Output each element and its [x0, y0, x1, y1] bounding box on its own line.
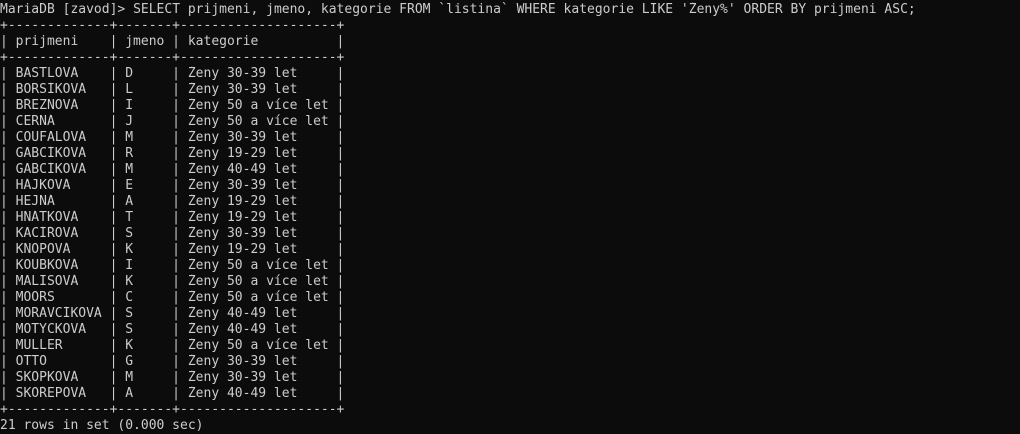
- result-summary: 21 rows in set (0.000 sec): [0, 418, 204, 433]
- table-border-bottom: +-------------+-------+-----------------…: [0, 402, 345, 417]
- table-row: | OTTO | G | Ženy 30-39 let |: [0, 354, 345, 369]
- table-row: | ŠKOPKOVÁ | M | Ženy 30-39 let |: [0, 370, 345, 385]
- table-row: | KNOPOVÁ | K | Ženy 19-29 let |: [0, 242, 345, 257]
- table-row: | SKOŘEPOVÁ | A | Ženy 40-49 let |: [0, 386, 345, 401]
- table-row: | BORSÍKOVÁ | L | Ženy 30-39 let |: [0, 82, 345, 97]
- table-row: | HÁJKOVÁ | E | Ženy 30-39 let |: [0, 178, 345, 193]
- command-line: MariaDB [zavod]> SELECT prijmeni, jmeno,…: [0, 2, 1020, 18]
- table-row: | MALIŠOVÁ | K | Ženy 50 a více let |: [0, 274, 345, 289]
- table-row: | BASTLOVÁ | D | Ženy 30-39 let |: [0, 66, 345, 81]
- terminal-window[interactable]: MariaDB [zavod]> SELECT prijmeni, jmeno,…: [0, 0, 1020, 434]
- table-row: | MORAVČÍKOVÁ | S | Ženy 40-49 let |: [0, 306, 345, 321]
- table-row: | BŘEZNOVÁ | I | Ženy 50 a více let |: [0, 98, 345, 113]
- table-header: | prijmeni | jmeno | kategorie |: [0, 34, 345, 49]
- table-row: | MÜLLER | K | Ženy 50 a více let |: [0, 338, 345, 353]
- table-row: | HNÁTKOVÁ | T | Ženy 19-29 let |: [0, 210, 345, 225]
- table-border-mid: +-------------+-------+-----------------…: [0, 50, 345, 65]
- table-border-top: +-------------+-------+-----------------…: [0, 18, 345, 33]
- table-row: | KOUBKOVÁ | I | Ženy 50 a více let |: [0, 258, 345, 273]
- table-row: | GABČÍKOVÁ | R | Ženy 19-29 let |: [0, 146, 345, 161]
- sql-query: SELECT prijmeni, jmeno, kategorie FROM `…: [133, 2, 916, 17]
- table-row: | GABČÍKOVÁ | M | Ženy 40-49 let |: [0, 162, 345, 177]
- table-row: | ČERNÁ | J | Ženy 50 a více let |: [0, 114, 345, 129]
- table-row: | COUFALOVÁ | M | Ženy 30-39 let |: [0, 130, 345, 145]
- table-row: | MOORS | C | Ženy 50 a více let |: [0, 290, 345, 305]
- table-row: | KACÍŘOVÁ | S | Ženy 30-39 let |: [0, 226, 345, 241]
- mariadb-prompt: MariaDB [zavod]>: [0, 2, 134, 17]
- table-row: | MOTYCKOVA | S | Ženy 40-49 let |: [0, 322, 345, 337]
- table-row: | HEJNÁ | A | Ženy 19-29 let |: [0, 194, 345, 209]
